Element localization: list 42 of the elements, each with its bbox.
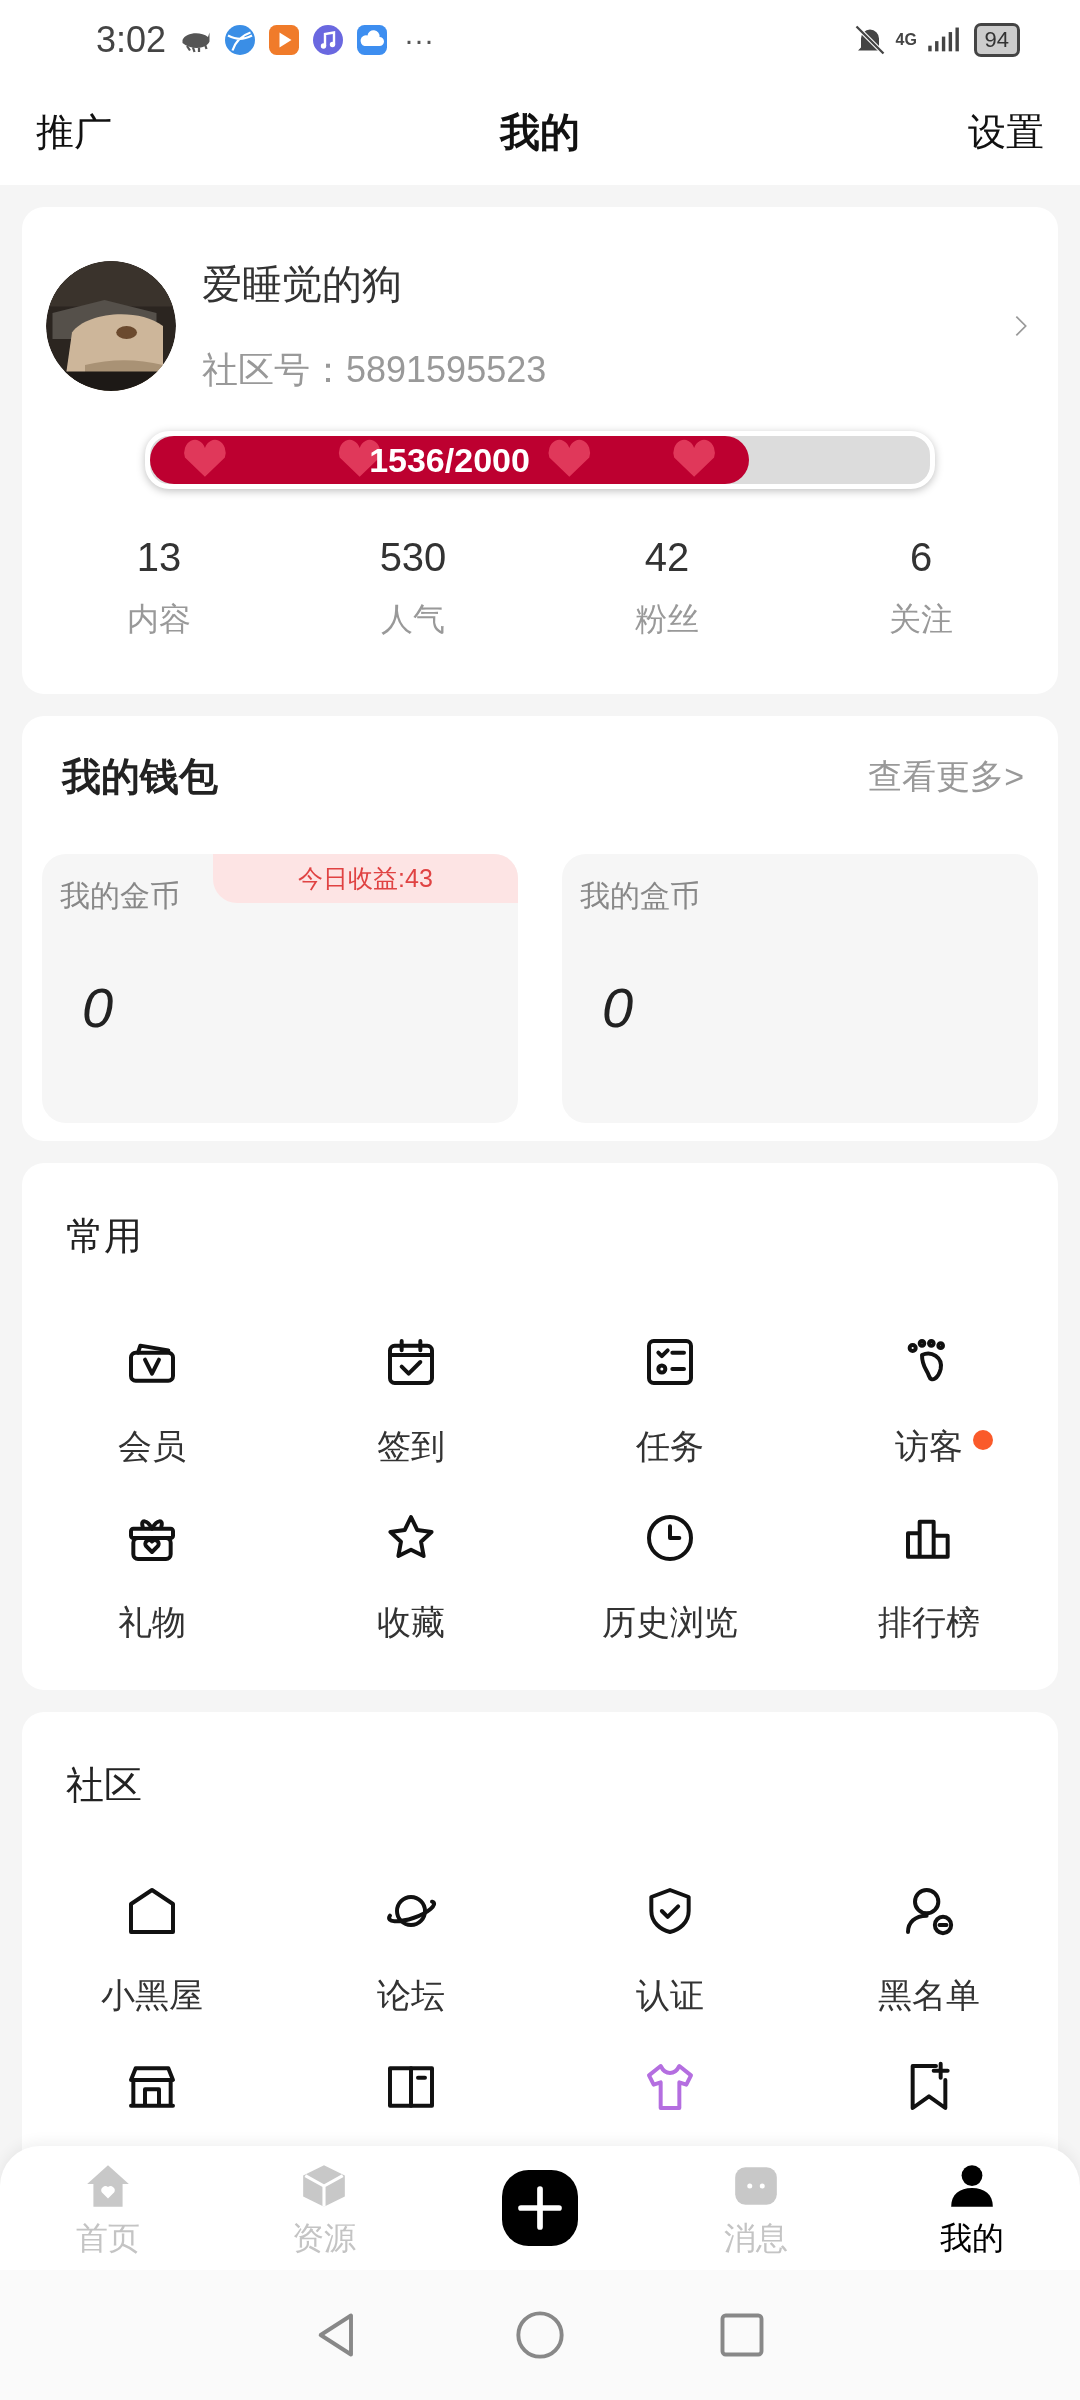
menu-label[interactable]: 论坛 [376, 1973, 445, 2019]
network-type: 4G [895, 32, 918, 48]
user-name: 爱睡觉的狗 [202, 261, 402, 308]
more-notifications: ··· [404, 23, 435, 57]
menu-label[interactable]: 排行榜 [877, 1600, 980, 1646]
balance-value: 0 [82, 975, 114, 1040]
settings-link[interactable]: 设置 [968, 107, 1044, 158]
stat-value[interactable]: 6 [909, 535, 933, 580]
coin-balance-panel[interactable]: 我的金币 今日收益:43 0 [42, 854, 518, 1123]
add-button[interactable] [502, 2170, 578, 2246]
menu-label[interactable]: 签到 [376, 1424, 445, 1470]
stat-value[interactable]: 530 [379, 535, 447, 580]
stat-value[interactable]: 42 [644, 535, 690, 580]
section-title: 常用 [66, 1215, 142, 1257]
wallet-title: 我的钱包 [62, 754, 218, 800]
menu-label[interactable]: 收藏 [376, 1600, 445, 1646]
menu-label[interactable]: 会员 [117, 1424, 186, 1470]
menu-label[interactable]: 认证 [635, 1973, 704, 2019]
community-id: 社区号：5891595523 [202, 348, 547, 392]
promote-link[interactable]: 推广 [36, 107, 112, 158]
today-earnings-badge: 今日收益:43 [213, 854, 518, 903]
tab-item[interactable]: 我的 [864, 2155, 1080, 2261]
balance-label: 我的金币 [60, 878, 180, 914]
heart-icon [548, 439, 591, 477]
home-circle-icon[interactable] [514, 2309, 566, 2361]
section-title: 社区 [66, 1764, 142, 1806]
menu-label[interactable]: 小黑屋 [100, 1973, 203, 2019]
stat-value[interactable]: 13 [136, 535, 182, 580]
balance-value: 0 [602, 975, 634, 1040]
menu-label[interactable]: 礼物 [117, 1600, 186, 1646]
balance-label: 我的盒币 [580, 878, 700, 914]
menu-label[interactable]: 任务 [635, 1424, 704, 1470]
coin-balance-panel[interactable]: 我的盒币 0 [562, 854, 1038, 1123]
menu-label[interactable]: 历史浏览 [601, 1600, 738, 1646]
menu-label[interactable]: 访客 [894, 1424, 963, 1470]
page-title: 我的 [500, 109, 580, 156]
experience-value: 1536/2000 [369, 440, 530, 480]
battery-level: 94 [973, 23, 1020, 57]
menu-label[interactable]: 黑名单 [877, 1973, 980, 2019]
status-time: 3:02 [96, 19, 167, 61]
heart-icon [673, 439, 715, 477]
heart-icon [184, 439, 226, 477]
